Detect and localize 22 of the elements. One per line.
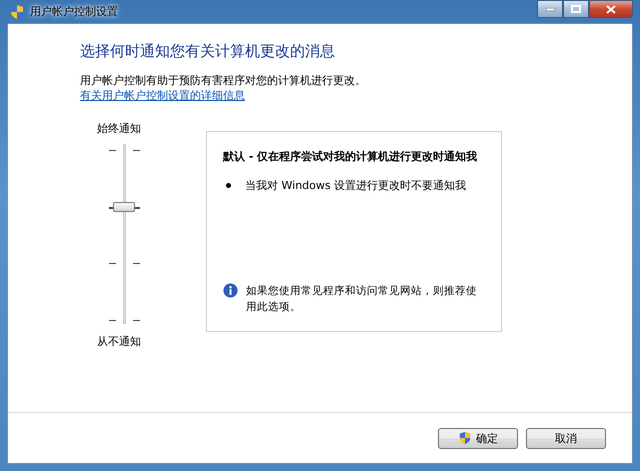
details-link[interactable]: 有关用户帐户控制设置的详细信息 (80, 88, 245, 103)
info-icon (223, 283, 238, 298)
slider-bottom-label: 从不通知 (97, 334, 141, 349)
window-title: 用户帐户控制设置 (30, 4, 118, 19)
dialog-button[interactable]: 取消 (526, 428, 606, 448)
bullet-icon (226, 183, 231, 188)
minimize-button[interactable] (537, 0, 563, 18)
shield-icon (458, 431, 472, 445)
setting-title: 默认 - 仅在程序尝试对我的计算机进行更改时通知我 (223, 149, 478, 164)
maximize-button[interactable] (563, 0, 589, 18)
maximize-icon (571, 5, 581, 13)
description-text: 用户帐户控制有助于预防有害程序对您的计算机进行更改。 (80, 73, 367, 88)
close-button[interactable] (589, 0, 633, 18)
minimize-icon (546, 8, 554, 10)
page-heading: 选择何时通知您有关计算机更改的消息 (80, 42, 336, 61)
dialog-button[interactable]: 确定 (438, 428, 518, 448)
slider-thumb[interactable] (113, 202, 135, 212)
slider-top-label: 始终通知 (97, 121, 141, 136)
shield-icon (9, 4, 25, 20)
close-icon (606, 4, 616, 14)
bullet-text: 当我对 Windows 设置进行更改时不要通知我 (245, 178, 466, 193)
recommendation-text: 如果您使用常见程序和访问常见网站，则推荐使用此选项。 (246, 284, 478, 315)
